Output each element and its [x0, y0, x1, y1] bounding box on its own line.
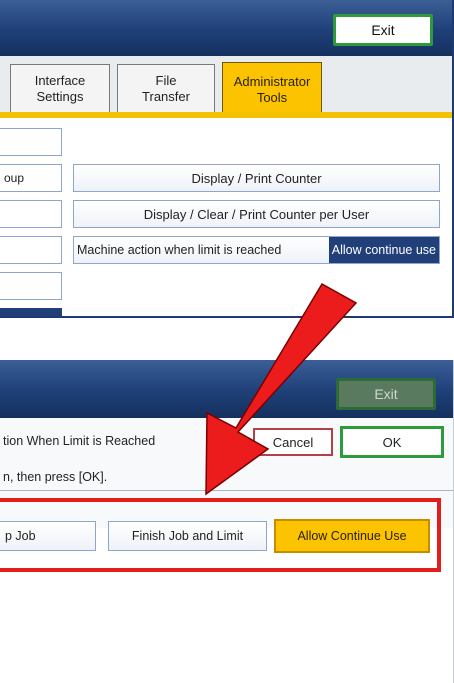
- menu-label: Machine action when limit is reached: [77, 243, 282, 257]
- exit-button[interactable]: Exit: [333, 14, 433, 46]
- tab-label: Interface Settings: [34, 72, 86, 104]
- ok-label: OK: [382, 434, 402, 450]
- left-menu-label: oup: [4, 171, 25, 185]
- left-menu-button[interactable]: oup: [0, 164, 62, 192]
- current-setting-value: Allow continue use: [328, 237, 439, 263]
- top-screen: Exit Interface Settings File Transfer Ad…: [0, 0, 454, 318]
- left-menu-button[interactable]: [0, 128, 62, 156]
- left-menu-button-selected[interactable]: [0, 308, 62, 316]
- display-clear-print-counter-per-user-button[interactable]: Display / Clear / Print Counter per User: [73, 200, 440, 228]
- highlight-box: [0, 498, 441, 572]
- cancel-label: Cancel: [272, 434, 314, 450]
- exit-label: Exit: [371, 22, 395, 38]
- exit-button-disabled: Exit: [336, 378, 436, 410]
- exit-label: Exit: [374, 386, 398, 402]
- left-menu-button[interactable]: [0, 236, 62, 264]
- instruction-text: n, then press [OK].: [3, 470, 108, 484]
- settings-menu: oup Display / Print Counter Display / Cl…: [0, 118, 452, 316]
- ok-button[interactable]: OK: [340, 426, 444, 458]
- cancel-button[interactable]: Cancel: [253, 428, 333, 456]
- menu-label: Display / Clear / Print Counter per User: [143, 206, 370, 222]
- tab-file-transfer[interactable]: File Transfer: [117, 64, 215, 112]
- display-print-counter-button[interactable]: Display / Print Counter: [73, 164, 440, 192]
- tab-interface-settings[interactable]: Interface Settings: [10, 64, 110, 112]
- left-menu-button[interactable]: [0, 272, 62, 300]
- tab-label: File Transfer: [142, 72, 190, 104]
- left-menu-button[interactable]: [0, 200, 62, 228]
- tab-administrator-tools[interactable]: Administrator Tools: [222, 62, 322, 116]
- dialog-title: tion When Limit is Reached: [3, 434, 156, 448]
- tab-label: Administrator Tools: [233, 73, 311, 105]
- machine-action-when-limit-reached-button[interactable]: Machine action when limit is reached All…: [73, 236, 440, 264]
- divider: [0, 490, 453, 491]
- menu-label: Display / Print Counter: [191, 170, 322, 186]
